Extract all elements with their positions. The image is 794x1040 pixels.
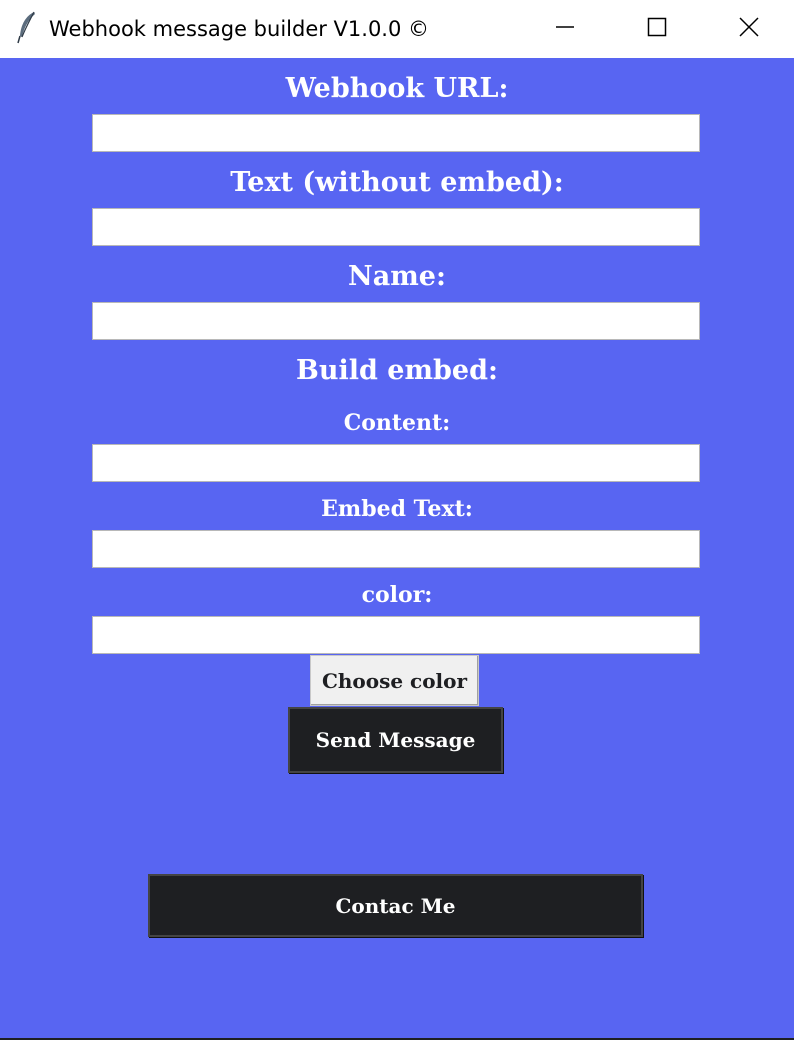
minimize-icon bbox=[555, 17, 575, 42]
color-input[interactable] bbox=[92, 616, 700, 654]
content-input[interactable] bbox=[92, 444, 700, 482]
webhook-url-label: Webhook URL: bbox=[285, 73, 509, 104]
text-label: Text (without embed): bbox=[230, 167, 564, 198]
feather-icon bbox=[16, 10, 38, 44]
name-label: Name: bbox=[348, 261, 446, 292]
embed-text-label: Embed Text: bbox=[321, 496, 473, 522]
maximize-button[interactable] bbox=[611, 0, 703, 58]
send-message-button[interactable]: Send Message bbox=[288, 707, 503, 773]
close-icon bbox=[739, 16, 759, 42]
contact-me-button[interactable]: Contac Me bbox=[148, 874, 643, 937]
minimize-button[interactable] bbox=[519, 0, 611, 58]
color-label: color: bbox=[361, 582, 433, 608]
embed-text-input[interactable] bbox=[92, 530, 700, 568]
name-input[interactable] bbox=[92, 302, 700, 340]
maximize-icon bbox=[647, 17, 667, 42]
content-label: Content: bbox=[343, 410, 451, 436]
webhook-url-input[interactable] bbox=[92, 114, 700, 152]
choose-color-button[interactable]: Choose color bbox=[310, 655, 479, 706]
close-button[interactable] bbox=[703, 0, 794, 58]
text-input[interactable] bbox=[92, 208, 700, 246]
title-bar[interactable]: Webhook message builder V1.0.0 © bbox=[0, 0, 794, 58]
build-embed-heading: Build embed: bbox=[296, 355, 498, 386]
window-title: Webhook message builder V1.0.0 © bbox=[49, 17, 430, 41]
